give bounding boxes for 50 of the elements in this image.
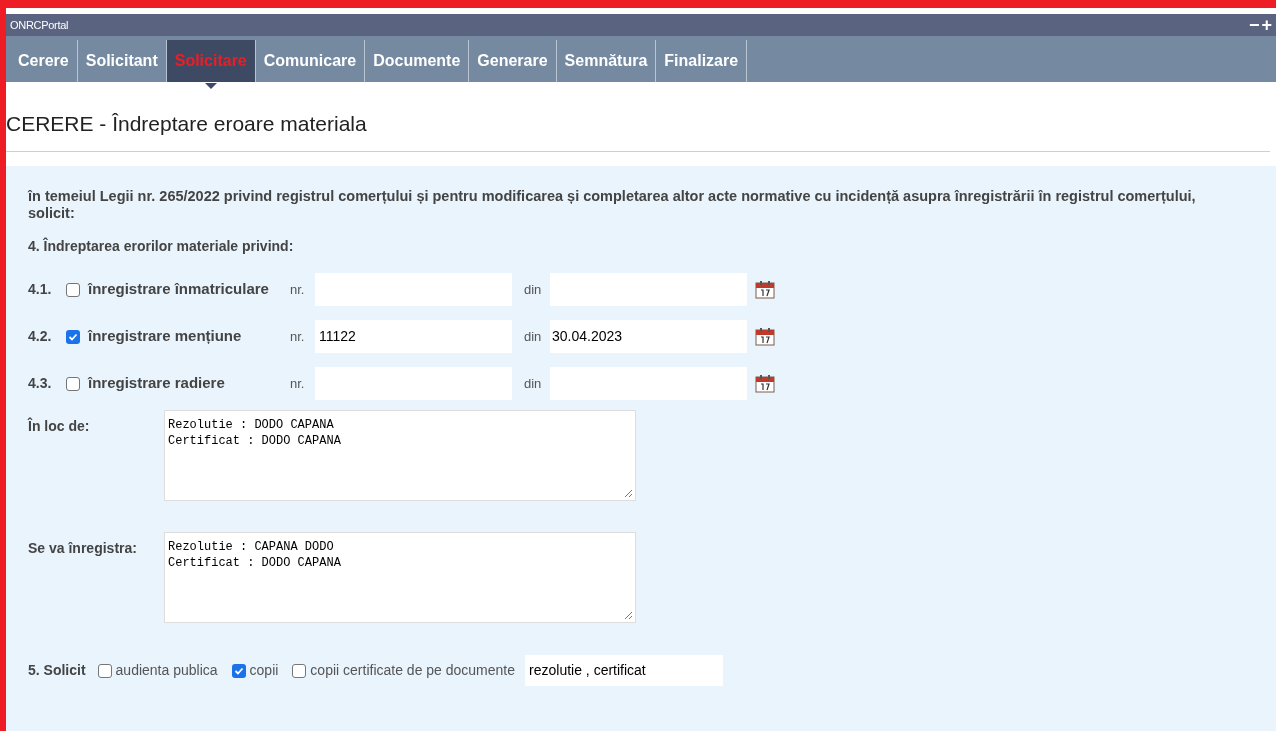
checkbox-label: înregistrare mențiune	[88, 326, 243, 347]
field-label: din	[524, 327, 543, 346]
tab[interactable]: Comunicare	[255, 40, 366, 82]
checkbox-label: înregistrare înmatriculare	[88, 279, 270, 300]
item-number: 4.1.	[28, 280, 53, 299]
checkbox-label: audienta publica	[115, 661, 218, 680]
text-area[interactable]: Rezolutie : CAPANA DODO Certificat : DODO CAPANA	[164, 532, 636, 623]
item-number: 4.3.	[28, 374, 53, 393]
checkbox[interactable]	[66, 329, 80, 344]
selection-arrow-icon	[204, 83, 217, 89]
tab[interactable]: Documente	[365, 40, 470, 82]
calendar-icon[interactable]	[755, 327, 775, 346]
text-area[interactable]: Rezolutie : DODO CAPANA Certificat : DODO CAPANA	[164, 410, 636, 501]
tab[interactable]: Finalizare	[656, 40, 748, 82]
tab[interactable]: Generare	[469, 40, 557, 82]
field-label: În loc de:	[28, 416, 91, 436]
checkbox[interactable]	[66, 376, 80, 391]
resize-handle-icon[interactable]	[624, 489, 633, 498]
resize-handle-icon[interactable]	[624, 611, 633, 620]
section-label: 5. Solicit	[28, 661, 86, 680]
section-heading: 4. Îndreptarea erorilor materiale privind:	[28, 236, 295, 256]
item-number: 4.2.	[28, 327, 53, 346]
tab[interactable]: Cerere	[10, 40, 78, 82]
field-label: nr.	[290, 374, 306, 393]
field-label: nr.	[290, 327, 306, 346]
checkbox[interactable]	[97, 663, 112, 678]
number-field[interactable]: 11122	[315, 320, 512, 353]
checkbox-label: copii certificate de pe documente	[310, 661, 516, 680]
documents-field[interactable]: rezolutie , certificat	[525, 655, 724, 686]
calendar-icon[interactable]	[755, 374, 775, 393]
checkbox[interactable]	[292, 663, 307, 678]
window-control-button[interactable]: −	[1248, 16, 1260, 34]
checkbox[interactable]	[66, 282, 80, 297]
intro-text: în temeiul Legii nr. 265/2022 privind registrul comerțului și pentru modificarea și completarea altor acte normative cu incidență asupra înregistrării în registrul comerțului, solicit:	[28, 188, 1197, 222]
field-label: Se va înregistra:	[28, 539, 138, 558]
window-title: ONRCPortal	[10, 17, 69, 33]
tab[interactable]: Solicitant	[77, 40, 167, 82]
calendar-icon[interactable]	[755, 280, 775, 299]
date-field[interactable]: 30.04.2023	[550, 320, 747, 353]
field-label: nr.	[290, 280, 306, 299]
page-title: CERERE - Îndreptare eroare materiala	[6, 110, 367, 137]
field-label: din	[524, 374, 543, 393]
check-icon	[68, 331, 78, 342]
checkbox[interactable]	[231, 663, 246, 678]
checkbox-label: copii	[249, 661, 279, 680]
checkbox-label: înregistrare radiere	[88, 373, 226, 394]
tab[interactable]: Semnătura	[556, 40, 657, 82]
field-label: din	[524, 280, 543, 299]
window-control-button[interactable]: +	[1261, 16, 1272, 34]
check-icon	[233, 665, 244, 676]
